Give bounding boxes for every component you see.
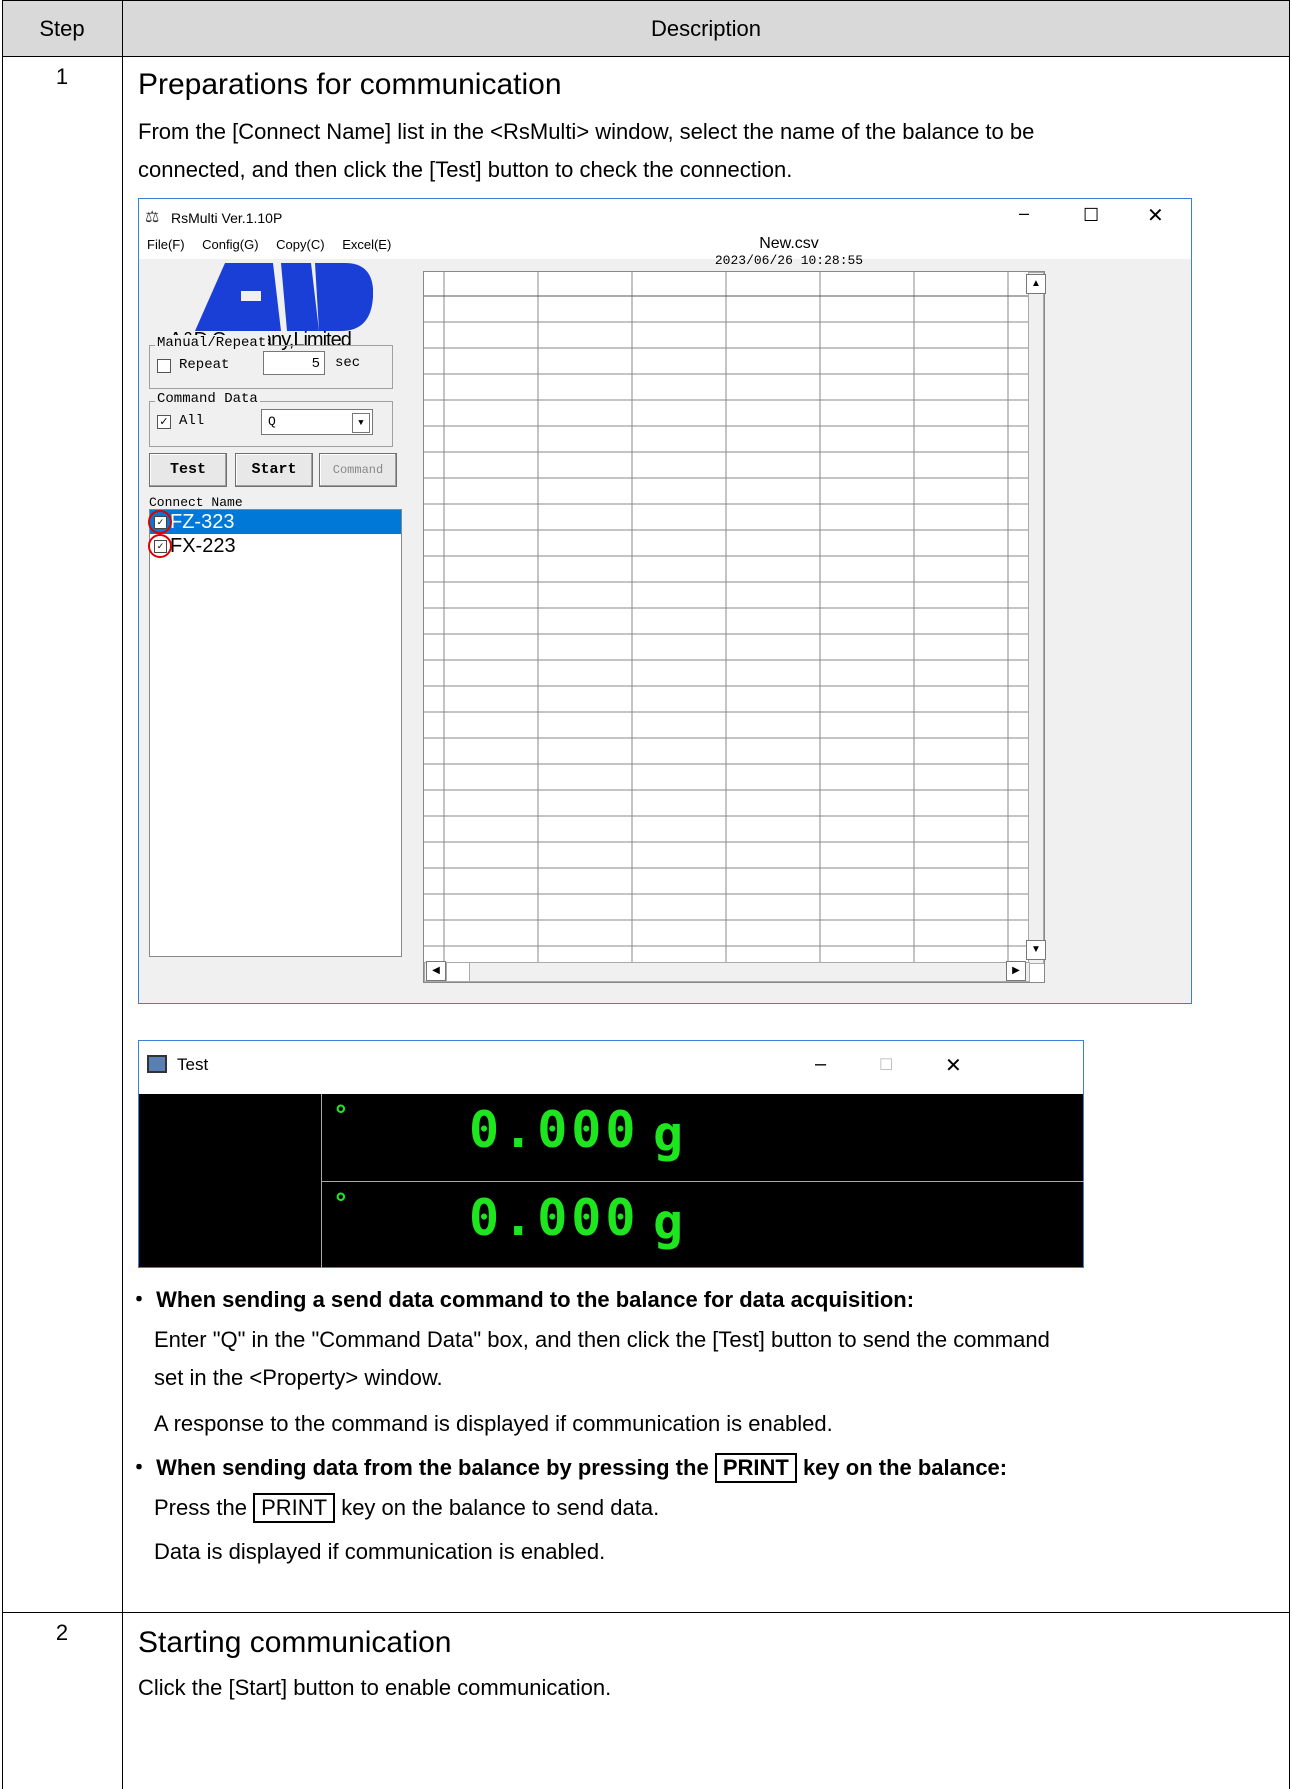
chevron-down-icon[interactable]: ▼	[352, 413, 370, 433]
minimize-icon[interactable]: –	[1019, 203, 1029, 224]
repeat-checkbox[interactable]	[157, 359, 171, 373]
bullet-mark: ・	[128, 1455, 151, 1480]
close-icon[interactable]: ✕	[945, 1053, 962, 1078]
rsmulti-titlebar: ⚖ RsMulti Ver.1.10P – ☐ ✕	[139, 199, 1191, 237]
connect-item-label: FZ-323	[170, 511, 235, 533]
bullet2-heading: ・ When sending data from the balance by …	[128, 1448, 1007, 1488]
rsmulti-window: ⚖ RsMulti Ver.1.10P – ☐ ✕ File(F) Config…	[138, 198, 1192, 1004]
highlight-circle-annotation	[148, 510, 172, 534]
grid-lines	[424, 272, 1028, 982]
csv-timestamp: 2023/06/26 10:28:55	[714, 253, 864, 268]
manual-repeat-label: Manual/Repeat	[155, 335, 269, 351]
data-grid[interactable]: ▲ ▼ ◀ ▶	[423, 271, 1046, 983]
list-item[interactable]: ✓ FX-223	[150, 534, 401, 558]
scroll-left-icon[interactable]: ◀	[426, 961, 446, 981]
bullet2-heading-post: key on the balance:	[802, 1455, 1008, 1480]
step1-intro-line1: From the [Connect Name] list in the <RsM…	[138, 119, 1035, 144]
command-select[interactable]: Q ▼	[261, 409, 373, 435]
test-window-title: Test	[177, 1055, 209, 1074]
repeat-interval-input[interactable]: 5	[263, 351, 325, 375]
bullet1-heading-text: When sending a send data command to the …	[156, 1287, 915, 1312]
header-description: Description	[650, 16, 762, 41]
weight-value: 0.000	[469, 1189, 640, 1247]
test-button[interactable]: Test	[149, 453, 227, 487]
stable-mark: °	[333, 1189, 349, 1219]
scroll-thumb[interactable]	[446, 962, 470, 982]
step2-line1: Click the [Start] button to enable commu…	[138, 1675, 612, 1700]
print-key: PRINT	[714, 1453, 797, 1483]
minimize-icon[interactable]: –	[815, 1053, 826, 1076]
maximize-icon[interactable]: ☐	[1083, 205, 1099, 226]
bullet2-line2: Data is displayed if communication is en…	[154, 1539, 606, 1564]
maximize-icon: ☐	[879, 1057, 894, 1074]
horizontal-scrollbar[interactable]	[424, 962, 1030, 982]
bullet1-heading: ・ When sending a send data command to th…	[128, 1280, 914, 1320]
balance-app-icon: ⚖	[145, 209, 160, 226]
all-label: All	[179, 413, 205, 429]
start-button[interactable]: Start	[235, 453, 313, 487]
header-step: Step	[39, 16, 85, 41]
rsmulti-title: RsMulti Ver.1.10P	[171, 210, 283, 226]
connect-item-label: FX-223	[170, 535, 236, 557]
vertical-scrollbar[interactable]	[1028, 272, 1044, 964]
and-logo	[195, 263, 373, 331]
all-checkbox[interactable]: ✓	[157, 415, 171, 429]
step-number-1: 1	[55, 64, 69, 89]
repeat-unit: sec	[335, 355, 361, 371]
display-divider-horizontal	[322, 1181, 1084, 1182]
connect-name-list[interactable]: ✓ FZ-323 ✓ FX-223	[148, 509, 402, 957]
weight-unit: g	[653, 1193, 684, 1251]
command-select-value: Q	[268, 414, 276, 429]
command-data-label: Command Data	[155, 391, 260, 407]
highlight-circle-annotation	[148, 534, 172, 558]
bullet1-line3: A response to the command is displayed i…	[154, 1411, 833, 1436]
menu-config[interactable]: Config(G)	[202, 237, 258, 252]
weight-value: 0.000	[469, 1101, 640, 1159]
bullet1-line2: set in the <Property> window.	[154, 1365, 443, 1390]
bullet2-line1: Press the PRINT key on the balance to se…	[154, 1488, 659, 1528]
scroll-right-icon[interactable]: ▶	[1006, 961, 1026, 981]
connect-name-label: Connect Name	[149, 495, 243, 510]
test-titlebar: Test – ☐ ✕	[139, 1041, 1083, 1094]
weight-unit: g	[653, 1105, 684, 1163]
test-window: Test – ☐ ✕ ° 0.000 g ° 0.000 g	[138, 1040, 1084, 1268]
csv-file-name: New.csv	[759, 235, 819, 252]
bullet1-line1: Enter "Q" in the "Command Data" box, and…	[154, 1327, 1050, 1352]
command-button[interactable]: Command	[319, 453, 397, 487]
stable-mark: °	[333, 1101, 349, 1131]
menu-excel[interactable]: Excel(E)	[342, 237, 391, 252]
procedure-table: Step Description 1 Preparations for comm…	[2, 0, 1290, 1789]
bullet-mark: ・	[128, 1287, 151, 1312]
step-number-2: 2	[55, 1620, 69, 1645]
menu-file[interactable]: File(F)	[147, 237, 185, 252]
bullet2-line1-post: key on the balance to send data.	[341, 1495, 660, 1520]
monitor-icon	[147, 1055, 167, 1073]
scroll-up-icon[interactable]: ▲	[1026, 274, 1046, 294]
close-icon[interactable]: ✕	[1147, 203, 1164, 228]
step2-title: Starting communication	[138, 1626, 452, 1659]
bullet2-line1-pre: Press the	[154, 1495, 247, 1520]
list-item[interactable]: ✓ FZ-323	[150, 510, 401, 534]
repeat-label: Repeat	[179, 357, 230, 373]
scroll-down-icon[interactable]: ▼	[1026, 940, 1046, 960]
step1-intro-line2: connected, and then click the [Test] but…	[138, 157, 793, 182]
print-key: PRINT	[253, 1493, 336, 1523]
menu-copy[interactable]: Copy(C)	[276, 237, 324, 252]
step1-title: Preparations for communication	[138, 68, 562, 101]
bullet2-heading-pre: When sending data from the balance by pr…	[156, 1455, 709, 1480]
